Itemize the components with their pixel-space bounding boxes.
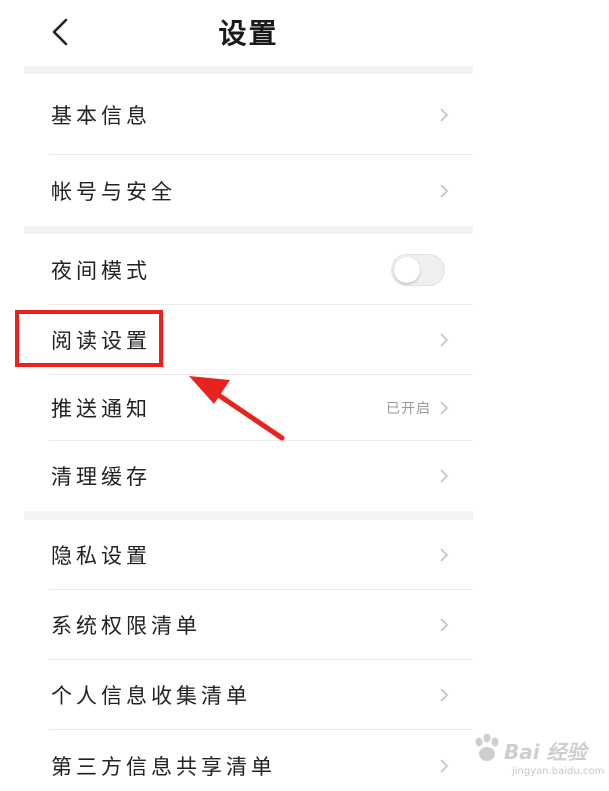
settings-item-label: 隐私设置 xyxy=(51,544,151,568)
section-divider xyxy=(24,66,473,74)
settings-item-label: 夜间模式 xyxy=(51,258,151,283)
settings-item-system-permissions[interactable]: 系统权限清单 xyxy=(24,590,473,660)
header-bar: 设置 xyxy=(0,0,609,66)
settings-item-privacy[interactable]: 隐私设置 xyxy=(24,520,473,590)
settings-item-label: 个人信息收集清单 xyxy=(51,684,251,708)
chevron-right-icon xyxy=(439,687,449,703)
settings-item-label: 阅读设置 xyxy=(51,329,151,353)
settings-item-basic-info[interactable]: 基本信息 xyxy=(24,74,473,155)
settings-item-label: 第三方信息共享清单 xyxy=(51,755,276,779)
section-divider xyxy=(24,226,473,234)
settings-item-clear-cache[interactable]: 清理缓存 xyxy=(24,441,473,511)
settings-item-label: 推送通知 xyxy=(51,397,151,421)
page-title: 设置 xyxy=(218,17,279,50)
watermark-text: Bai 经验 xyxy=(504,740,587,764)
settings-item-third-party-sharing[interactable]: 第三方信息共享清单 xyxy=(24,730,473,791)
settings-item-label: 帐号与安全 xyxy=(51,179,176,204)
chevron-right-icon xyxy=(439,183,449,199)
chevron-right-icon xyxy=(439,468,449,484)
chevron-right-icon xyxy=(439,547,449,563)
chevron-right-icon xyxy=(439,400,449,416)
chevron-right-icon xyxy=(439,758,449,774)
watermark: Bai 经验 jingyan.baidu.com xyxy=(468,726,609,791)
watermark-subtext: jingyan.baidu.com xyxy=(512,766,605,777)
chevron-right-icon xyxy=(439,617,449,633)
section-divider xyxy=(24,511,473,520)
settings-item-night-mode: 夜间模式 xyxy=(24,234,473,305)
night-mode-toggle[interactable] xyxy=(391,253,445,286)
settings-item-label: 基本信息 xyxy=(51,103,151,128)
settings-item-personal-info-collection[interactable]: 个人信息收集清单 xyxy=(24,660,473,730)
paw-logo-icon xyxy=(475,733,499,761)
chevron-right-icon xyxy=(439,107,449,123)
settings-item-reading[interactable]: 阅读设置 xyxy=(24,305,473,375)
chevron-right-icon xyxy=(439,332,449,348)
settings-item-label: 系统权限清单 xyxy=(51,614,201,638)
settings-item-push-notifications[interactable]: 推送通知 已开启 xyxy=(24,375,473,441)
status-text: 已开启 xyxy=(386,401,431,417)
settings-item-label: 清理缓存 xyxy=(51,465,151,489)
settings-item-account-security[interactable]: 帐号与安全 xyxy=(24,155,473,226)
toggle-knob xyxy=(394,256,420,283)
